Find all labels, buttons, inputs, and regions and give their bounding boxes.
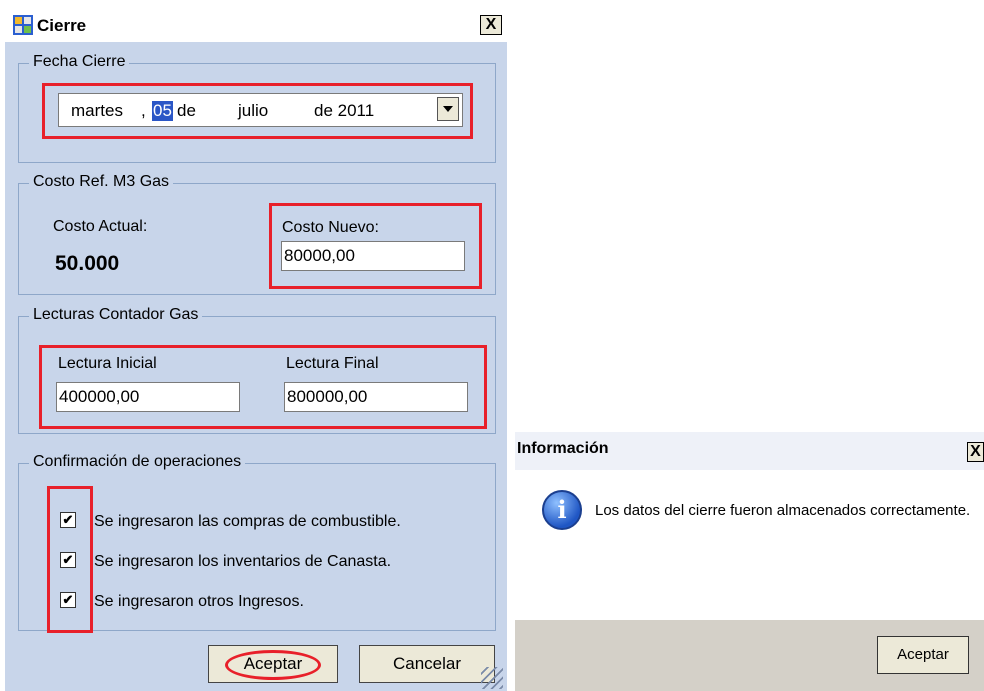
date-year[interactable]: de 2011 [314,101,374,121]
date-weekday: martes [71,101,123,120]
lectura-final-input[interactable]: 800000,00 [284,382,468,412]
dialog-title: Información [517,440,609,457]
costo-nuevo-input[interactable]: 80000,00 [281,241,465,271]
group-title: Fecha Cierre [29,53,130,71]
checkbox-otros-ingresos[interactable]: ✔ [60,592,76,608]
checkbox-inventarios-label[interactable]: Se ingresaron los inventarios de Canasta… [94,553,391,571]
checkbox-otros-ingresos-label[interactable]: Se ingresaron otros Ingresos. [94,593,304,611]
message-body [515,470,984,620]
close-button[interactable]: X [480,15,502,35]
date-day[interactable]: 05 [152,101,173,121]
cancelar-button[interactable]: Cancelar [359,645,495,683]
app-form-icon [13,15,33,35]
dialog-title: Cierre [37,16,87,35]
message-text: Los datos del cierre fueron almacenados … [595,502,971,519]
checkbox-compras[interactable]: ✔ [60,512,76,528]
dropdown-arrow-icon[interactable] [437,97,459,121]
cierre-dialog: Cierre X Fecha Cierre martes , 05 de jul… [5,8,507,691]
group-title: Costo Ref. M3 Gas [29,173,174,191]
title-bar[interactable]: Información X [515,432,984,470]
lectura-inicial-input[interactable]: 400000,00 [56,382,240,412]
highlight-ellipse [225,650,321,680]
costo-actual-value: 50.000 [55,252,120,275]
lectura-inicial-label: Lectura Inicial [58,355,157,372]
information-icon: i [542,490,582,530]
fecha-date-picker[interactable]: martes , 05 de julio de 2011 [58,93,463,127]
aceptar-button[interactable]: Aceptar [877,636,969,674]
costo-nuevo-label: Costo Nuevo: [282,219,379,236]
costo-actual-label: Costo Actual: [53,218,148,235]
date-de: de [177,101,196,120]
group-title: Lecturas Contador Gas [29,306,203,324]
checkbox-inventarios[interactable]: ✔ [60,552,76,568]
resize-grip-icon[interactable] [481,667,503,689]
date-month[interactable]: julio [238,101,268,121]
lectura-final-label: Lectura Final [286,355,379,372]
title-bar[interactable]: Cierre X [5,8,507,42]
date-comma: , [141,101,146,120]
close-button[interactable]: X [967,442,984,462]
checkbox-compras-label[interactable]: Se ingresaron las compras de combustible… [94,513,401,531]
informacion-dialog: Información X i Los datos del cierre fue… [515,432,984,691]
group-title: Confirmación de operaciones [29,453,246,471]
